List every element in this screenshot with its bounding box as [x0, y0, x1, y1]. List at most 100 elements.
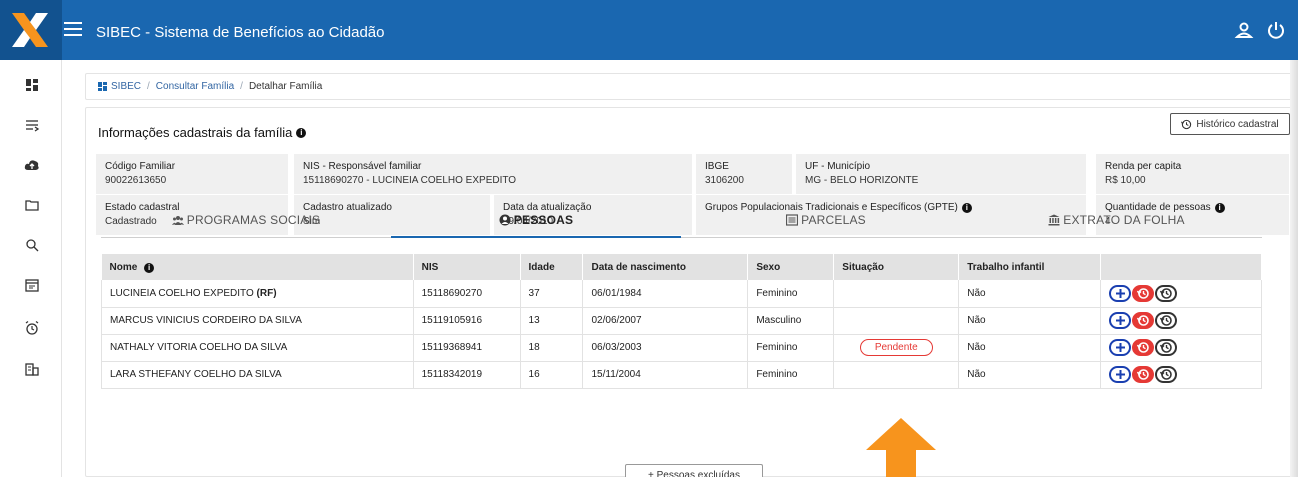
scroll-edge [1290, 60, 1298, 477]
app-title: SIBEC - Sistema de Benefícios ao Cidadão [96, 24, 385, 41]
column-header-data-nascimento[interactable]: Data de nascimento [582, 254, 749, 280]
tab-bar: PROGRAMAS SOCIAIS PESSOAS PARCELAS EXTRA… [101, 208, 1262, 238]
cell-situacao [833, 307, 960, 335]
dashboard-icon[interactable] [24, 77, 40, 93]
cell-nome: LUCINEIA COELHO EXPEDITO (RF) [101, 280, 414, 308]
menu-toggle-button[interactable] [64, 22, 82, 38]
cell-trabalho-infantil: Não [958, 280, 1102, 308]
column-header-nome[interactable]: Nome i [101, 254, 414, 280]
cell-nome-text: NATHALY VITORIA COELHO DA SILVA [110, 342, 288, 353]
building-icon[interactable] [24, 361, 40, 377]
renda-per-capita-box: Renda per capita R$ 10,00 [1096, 154, 1289, 194]
codigo-familiar-value: 90022613650 [105, 175, 167, 186]
add-icon[interactable] [1109, 284, 1132, 302]
column-header-nome-text: Nome [109, 261, 138, 273]
cell-idade: 16 [520, 361, 584, 389]
tab-parcelas[interactable]: PARCELAS [681, 208, 971, 238]
calendar-icon[interactable] [24, 277, 40, 293]
table-row[interactable]: LUCINEIA COELHO EXPEDITO (RF) 15118690270… [101, 280, 1262, 308]
cell-nis: 15118690270 [413, 280, 521, 308]
breadcrumb-current: Detalhar Família [248, 81, 323, 92]
cell-data-nascimento: 02/06/2007 [582, 307, 749, 335]
section-title: Informações cadastrais da família i [98, 125, 307, 140]
cell-acoes [1100, 361, 1262, 389]
ibge-box: IBGE 3106200 [696, 154, 792, 194]
alarm-icon[interactable] [24, 320, 40, 336]
history-icon[interactable] [1155, 284, 1178, 302]
cloud-upload-icon[interactable] [24, 157, 40, 173]
cell-data-nascimento: 06/01/1984 [582, 280, 749, 308]
tab-extrato-da-folha-label: EXTRATO DA FOLHA [1063, 213, 1185, 227]
uf-municipio-box: UF - Município MG - BELO HORIZONTE [796, 154, 1086, 194]
column-header-nis[interactable]: NIS [413, 254, 521, 280]
historico-cadastral-button[interactable]: Histórico cadastral [1170, 113, 1290, 135]
column-header-idade[interactable]: Idade [520, 254, 584, 280]
codigo-familiar-label: Código Familiar [105, 161, 176, 172]
cell-nis: 15119368941 [413, 334, 521, 362]
cell-data-nascimento: 06/03/2003 [582, 334, 749, 362]
pessoas-excluidas-button[interactable]: + Pessoas excluídas [625, 464, 763, 477]
breadcrumb-separator: / [147, 81, 150, 92]
history-alert-icon[interactable] [1132, 312, 1155, 329]
user-icon[interactable] [1234, 20, 1254, 40]
tab-extrato-da-folha[interactable]: EXTRATO DA FOLHA [971, 208, 1262, 238]
cell-idade: 18 [520, 334, 584, 362]
codigo-familiar-box: Código Familiar 90022613650 [96, 154, 288, 194]
table-row[interactable]: NATHALY VITORIA COELHO DA SILVA 151193689… [101, 334, 1262, 362]
history-icon[interactable] [1155, 312, 1178, 329]
history-icon[interactable] [1155, 366, 1178, 383]
add-icon[interactable] [1109, 312, 1132, 329]
cell-sexo: Feminino [747, 334, 835, 362]
main-content: SIBEC / Consultar Família / Detalhar Fam… [63, 60, 1298, 477]
add-icon[interactable] [1109, 366, 1132, 383]
add-icon[interactable] [1109, 339, 1132, 356]
status-badge: Pendente [859, 339, 933, 356]
cell-nome: LARA STHEFANY COELHO DA SILVA [101, 361, 414, 389]
sidebar [0, 60, 62, 477]
power-icon[interactable] [1266, 20, 1286, 40]
caixa-logo-icon[interactable] [10, 11, 50, 49]
uf-municipio-label: UF - Município [805, 161, 871, 172]
dashboard-icon [98, 82, 107, 91]
search-icon[interactable] [24, 237, 40, 253]
cell-acoes [1100, 307, 1262, 335]
nis-responsavel-box: NIS - Responsável familiar 15118690270 -… [294, 154, 692, 194]
cell-nome-text: LUCINEIA COELHO EXPEDITO [110, 287, 254, 299]
column-header-trabalho-infantil[interactable]: Trabalho infantil [958, 254, 1102, 280]
breadcrumb-link-sibec[interactable]: SIBEC [111, 81, 141, 92]
list-icon[interactable] [24, 117, 40, 133]
table-row[interactable]: LARA STHEFANY COELHO DA SILVA 15118342019… [101, 361, 1262, 389]
cell-trabalho-infantil: Não [958, 334, 1102, 362]
column-header-situacao[interactable]: Situação [833, 254, 960, 280]
cell-nome-text: MARCUS VINICIUS CORDEIRO DA SILVA [110, 315, 302, 326]
column-header-sexo[interactable]: Sexo [747, 254, 835, 280]
history-alert-icon[interactable] [1132, 339, 1155, 356]
folder-icon[interactable] [24, 197, 40, 213]
history-alert-icon[interactable] [1132, 366, 1155, 383]
table-header-row: Nome i NIS Idade Data de nascimento Sexo… [101, 254, 1262, 280]
history-alert-icon[interactable] [1132, 284, 1155, 302]
cell-sexo: Feminino [747, 361, 835, 389]
bank-icon [1048, 214, 1060, 226]
table-row[interactable]: MARCUS VINICIUS CORDEIRO DA SILVA 1511910… [101, 307, 1262, 335]
users-icon [171, 216, 184, 225]
cell-acoes [1100, 334, 1262, 362]
tab-pessoas[interactable]: PESSOAS [391, 208, 681, 238]
column-header-acoes [1100, 254, 1262, 280]
cell-sexo: Masculino [747, 307, 835, 335]
ibge-label: IBGE [705, 161, 729, 172]
top-bar: SIBEC - Sistema de Benefícios ao Cidadão [0, 0, 1298, 60]
cell-trabalho-infantil: Não [958, 307, 1102, 335]
breadcrumb-bar: SIBEC / Consultar Família / Detalhar Fam… [85, 73, 1298, 100]
tab-programas-sociais[interactable]: PROGRAMAS SOCIAIS [101, 208, 391, 238]
historico-cadastral-label: Histórico cadastral [1196, 118, 1279, 130]
pessoas-table: Nome i NIS Idade Data de nascimento Sexo… [101, 254, 1262, 389]
info-icon[interactable]: i [144, 262, 155, 273]
history-icon[interactable] [1155, 339, 1178, 356]
cell-trabalho-infantil: Não [958, 361, 1102, 389]
info-icon[interactable]: i [296, 127, 307, 138]
history-icon [1181, 119, 1192, 129]
tab-programas-sociais-label: PROGRAMAS SOCIAIS [186, 213, 321, 227]
breadcrumb-link-consultar-familia[interactable]: Consultar Família [156, 81, 234, 92]
user-circle-icon [499, 214, 511, 226]
